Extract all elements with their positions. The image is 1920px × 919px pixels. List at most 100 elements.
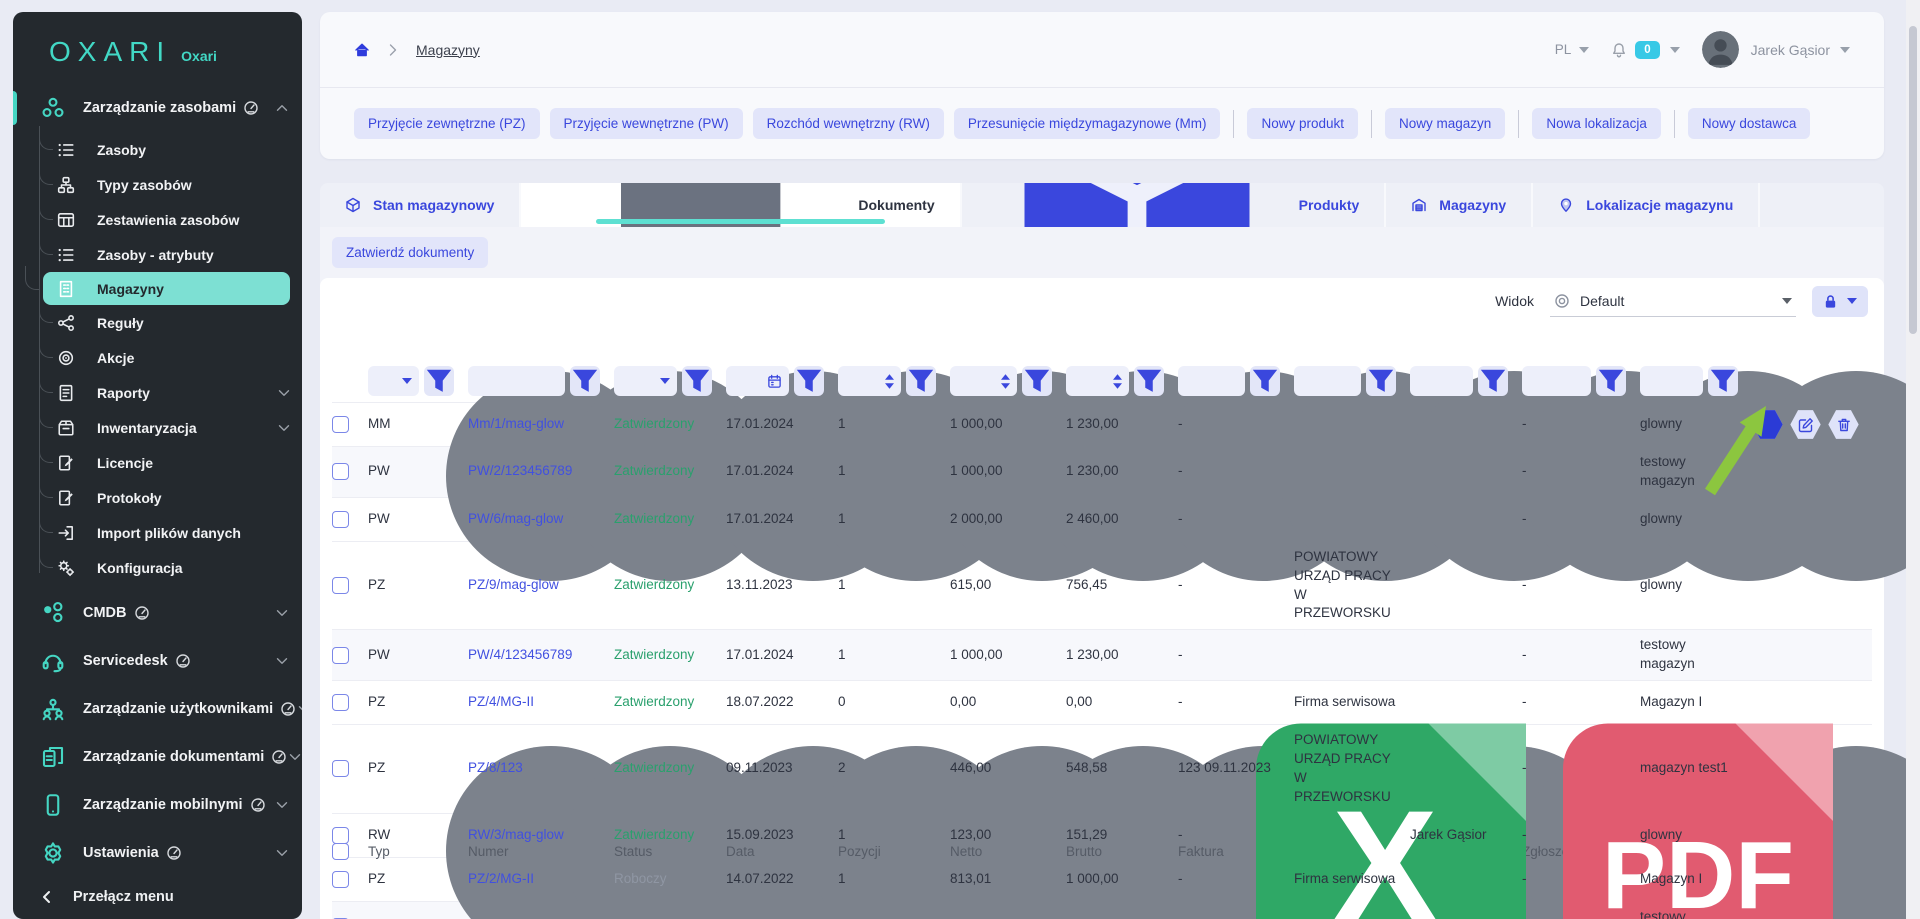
sidebar-item-import-plik-w-danych[interactable]: Import plików danych — [57, 515, 302, 550]
row-checkbox[interactable] — [332, 871, 349, 888]
sidebar-section-cmdb[interactable]: CMDB — [13, 589, 302, 637]
edit-button[interactable] — [1790, 410, 1821, 440]
filter-input-dostawca[interactable] — [1294, 366, 1361, 396]
sidebar-section-servicedesk[interactable]: Servicedesk — [13, 637, 302, 685]
create-button-nowy-produkt[interactable]: Nowy produkt — [1247, 108, 1358, 139]
row-checkbox[interactable] — [332, 827, 349, 844]
filter-input-numer[interactable] — [468, 366, 565, 396]
sidebar-item-akcje[interactable]: Akcje — [57, 340, 302, 375]
cell-numer[interactable]: PW/6/mag-glow — [468, 504, 614, 535]
tab-produkty[interactable]: Produkty — [962, 183, 1387, 227]
filter-input-data[interactable] — [726, 366, 789, 396]
user-menu-caret-icon[interactable] — [1840, 47, 1850, 53]
filter-input-typ[interactable] — [368, 366, 419, 396]
sidebar-item-zasoby-atrybuty[interactable]: Zasoby - atrybuty — [57, 237, 302, 272]
document-button-przyj-cie-zewn-trzne-pz[interactable]: Przyjęcie zewnętrzne (PZ) — [354, 108, 540, 139]
sidebar-toggle[interactable]: Przełącz menu — [13, 875, 302, 919]
row-checkbox[interactable] — [332, 511, 349, 528]
spinner-up-icon[interactable] — [1001, 374, 1010, 380]
tab-lokalizacje-magazynu[interactable]: Lokalizacje magazynu — [1533, 183, 1760, 227]
filter-input-zgloszenie[interactable] — [1522, 366, 1591, 396]
filter-funnel-icon[interactable] — [1022, 366, 1052, 396]
filter-input-pozycji[interactable] — [838, 366, 901, 396]
calendar-icon[interactable] — [767, 374, 782, 389]
sidebar-item-raporty[interactable]: Raporty — [57, 375, 302, 410]
sidebar-item-regu-y[interactable]: Reguły — [57, 305, 302, 340]
cell-numer[interactable]: PZ/9/mag-glow — [468, 570, 614, 601]
bell-icon[interactable] — [1611, 42, 1627, 58]
filter-funnel-icon[interactable] — [1478, 366, 1508, 396]
avatar[interactable] — [1702, 31, 1739, 68]
filter-input-netto[interactable] — [950, 366, 1017, 396]
scrollbar-thumb[interactable] — [1909, 26, 1917, 334]
number-spinner[interactable] — [1113, 374, 1122, 389]
filter-funnel-icon[interactable] — [1250, 366, 1280, 396]
number-spinner[interactable] — [885, 374, 894, 389]
number-spinner[interactable] — [1001, 374, 1010, 389]
tab-magazyny[interactable]: Magazyny — [1386, 183, 1533, 227]
sidebar-item-protoko-y[interactable]: Protokoły — [57, 480, 302, 515]
create-button-nowy-magazyn[interactable]: Nowy magazyn — [1385, 108, 1505, 139]
filter-input-status[interactable] — [614, 366, 677, 396]
filter-input-faktura[interactable] — [1178, 366, 1245, 396]
document-button-przyj-cie-wewn-trzne-pw[interactable]: Przyjęcie wewnętrzne (PW) — [550, 108, 743, 139]
view-button[interactable] — [1752, 410, 1783, 440]
cell-numer[interactable]: PW/4/123456789 — [468, 640, 614, 671]
filter-funnel-icon[interactable] — [906, 366, 936, 396]
filter-input-odbiorca[interactable] — [1410, 366, 1473, 396]
row-checkbox[interactable] — [332, 647, 349, 664]
cell-numer[interactable]: PZ/4/MG-II — [468, 687, 614, 718]
filter-funnel-icon[interactable] — [682, 366, 712, 396]
filter-funnel-icon[interactable] — [1596, 366, 1626, 396]
filter-input-brutto[interactable] — [1066, 366, 1129, 396]
cell-numer[interactable]: PW/2/123456789 — [468, 456, 614, 487]
row-checkbox[interactable] — [332, 416, 349, 433]
tab-stan-magazynowy[interactable]: Stan magazynowy — [320, 183, 521, 227]
sidebar-item-konfiguracja[interactable]: Konfiguracja — [57, 550, 302, 585]
sidebar-item-zestawienia-zasob-w[interactable]: Zestawienia zasobów — [57, 202, 302, 237]
cell-numer[interactable]: PZ/2/MG-II — [468, 864, 614, 895]
spinner-down-icon[interactable] — [1113, 383, 1122, 389]
cell-numer[interactable]: Mm/1/mag-glow — [468, 409, 614, 440]
cell-numer[interactable]: RW/3/mag-glow — [468, 820, 614, 851]
filter-funnel-icon[interactable] — [570, 366, 600, 396]
sidebar-item-licencje[interactable]: Licencje — [57, 445, 302, 480]
sidebar-item-zasoby[interactable]: Zasoby — [57, 132, 302, 167]
lock-view-button[interactable] — [1812, 286, 1868, 317]
breadcrumb-current[interactable]: Magazyny — [416, 42, 480, 58]
create-button-nowy-dostawca[interactable]: Nowy dostawca — [1688, 108, 1811, 139]
cell-numer[interactable]: PW/5/123456789 — [468, 911, 614, 919]
filter-funnel-icon[interactable] — [424, 366, 454, 396]
row-checkbox[interactable] — [332, 463, 349, 480]
scrollbar[interactable] — [1906, 0, 1920, 919]
sidebar-section-ustawienia[interactable]: Ustawienia — [13, 829, 302, 877]
row-checkbox[interactable] — [332, 760, 349, 777]
approve-documents-button[interactable]: Zatwierdź dokumenty — [332, 237, 488, 268]
filter-funnel-icon[interactable] — [1134, 366, 1164, 396]
spinner-up-icon[interactable] — [1113, 374, 1122, 380]
delete-button[interactable] — [1828, 410, 1859, 440]
locale-caret-icon[interactable] — [1579, 47, 1589, 53]
tab-dokumenty[interactable]: Dokumenty — [521, 183, 961, 227]
locale-label[interactable]: PL — [1555, 42, 1572, 57]
view-select[interactable]: Default — [1550, 286, 1796, 317]
sidebar-item-magazyny[interactable]: Magazyny — [43, 272, 290, 305]
sidebar-section-zarz-dzanie-u-ytkownikami[interactable]: Zarządzanie użytkownikami — [13, 685, 302, 733]
select-all-checkbox[interactable] — [332, 843, 349, 860]
document-button-przesuni-cie-mi-dzymagazynowe-mm[interactable]: Przesunięcie międzymagazynowe (Mm) — [954, 108, 1221, 139]
document-button-rozch-d-wewn-trzny-rw[interactable]: Rozchód wewnętrzny (RW) — [753, 108, 944, 139]
sidebar-section-zarz-dzanie-mobilnymi[interactable]: Zarządzanie mobilnymi — [13, 781, 302, 829]
filter-funnel-icon[interactable] — [794, 366, 824, 396]
sidebar-item-typy-zasob-w[interactable]: Typy zasobów — [57, 167, 302, 202]
row-checkbox[interactable] — [332, 694, 349, 711]
sidebar-section-zarz-dzanie-dokumentami[interactable]: Zarządzanie dokumentami — [13, 733, 302, 781]
home-icon[interactable] — [354, 42, 370, 58]
filter-input-magazyn[interactable] — [1640, 366, 1703, 396]
sidebar-item-inwentaryzacja[interactable]: Inwentaryzacja — [57, 410, 302, 445]
sidebar-section-zarz-dzanie-zasobami[interactable]: Zarządzanie zasobami — [13, 84, 302, 132]
spinner-down-icon[interactable] — [885, 383, 894, 389]
spinner-down-icon[interactable] — [1001, 383, 1010, 389]
filter-funnel-icon[interactable] — [1708, 366, 1738, 396]
create-button-nowa-lokalizacja[interactable]: Nowa lokalizacja — [1532, 108, 1661, 139]
filter-funnel-icon[interactable] — [1366, 366, 1396, 396]
